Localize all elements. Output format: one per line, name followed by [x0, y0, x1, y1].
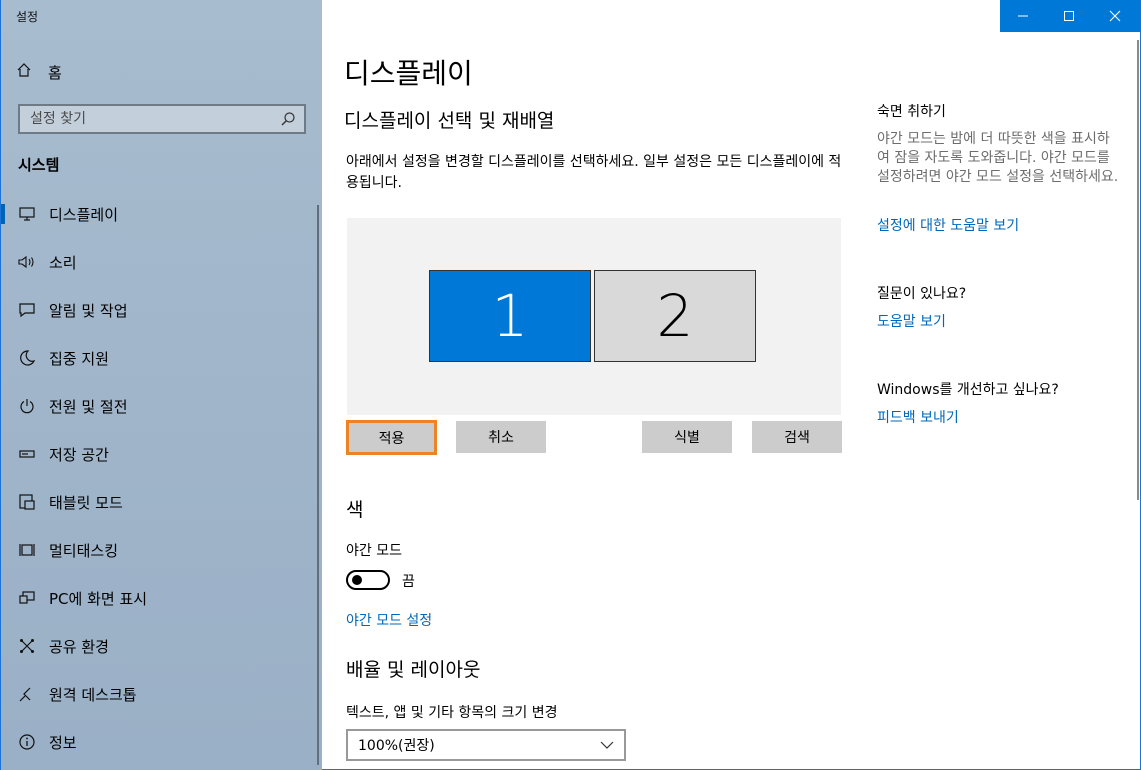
sidebar-nav: 디스플레이 소리 알림 및 작업 집중 지원 전원 및 절전 저장 공간 태블릿… — [1, 190, 322, 766]
night-light-settings-link[interactable]: 야간 모드 설정 — [346, 610, 432, 630]
apply-button-label: 적용 — [349, 423, 434, 452]
select-display-heading: 디스플레이 선택 및 재배열 — [344, 110, 555, 132]
detect-button[interactable]: 검색 — [752, 421, 842, 453]
page-title: 디스플레이 — [344, 57, 473, 90]
sidebar-item-label: 태블릿 모드 — [49, 493, 123, 512]
select-display-description: 아래에서 설정을 변경할 디스플레이를 선택하세요. 일부 설정은 모든 디스플… — [346, 154, 842, 191]
sidebar-item-label: 공유 환경 — [49, 637, 109, 656]
night-light-state: 끔 — [402, 574, 415, 590]
sleep-text: 야간 모드는 밤에 더 따뜻한 색을 표시하여 잠을 자도록 도와줍니다. 야간… — [877, 131, 1119, 185]
maximize-icon — [1064, 11, 1074, 21]
maximize-button[interactable] — [1046, 0, 1092, 32]
share-icon — [18, 637, 36, 655]
moon-icon — [18, 349, 36, 367]
sidebar-item-tablet[interactable]: 태블릿 모드 — [1, 478, 322, 526]
close-button[interactable] — [1092, 0, 1138, 32]
close-icon — [1109, 10, 1121, 22]
sidebar-item-label: 전원 및 절전 — [49, 397, 128, 416]
speaker-icon — [18, 253, 36, 271]
sidebar-item-power[interactable]: 전원 및 절전 — [1, 382, 322, 430]
feedback-link[interactable]: 피드백 보내기 — [877, 407, 959, 427]
night-light-toggle[interactable] — [346, 570, 390, 590]
sidebar-item-sound[interactable]: 소리 — [1, 238, 322, 286]
notification-icon — [18, 301, 36, 319]
project-icon — [18, 589, 36, 607]
display-arrangement-area[interactable]: 1 2 — [347, 218, 841, 415]
remote-icon — [18, 685, 36, 703]
monitor-2[interactable]: 2 — [594, 270, 756, 362]
tablet-icon — [18, 493, 36, 511]
home-icon — [16, 62, 38, 82]
chevron-down-icon — [600, 741, 614, 749]
scale-dropdown[interactable]: 100%(권장) — [346, 729, 626, 761]
sidebar-item-label: 저장 공간 — [49, 445, 109, 464]
info-icon — [18, 733, 36, 751]
window-controls — [1000, 0, 1140, 32]
search-input[interactable] — [30, 111, 280, 127]
sidebar-item-label: 집중 지원 — [49, 349, 109, 368]
sidebar-item-label: 멀티태스킹 — [49, 541, 119, 560]
help-link[interactable]: 도움말 보기 — [877, 311, 946, 331]
sidebar-item-label: 디스플레이 — [49, 205, 119, 224]
sidebar-item-label: 소리 — [49, 253, 77, 272]
monitor-1[interactable]: 1 — [429, 270, 591, 362]
multitask-icon — [18, 541, 36, 559]
search-box[interactable] — [18, 104, 306, 134]
night-light-label: 야간 모드 — [346, 543, 402, 559]
scale-label: 텍스트, 앱 및 기타 항목의 크기 변경 — [346, 705, 558, 721]
sidebar-item-remote-desktop[interactable]: 원격 데스크톱 — [1, 670, 322, 718]
sidebar-item-multitasking[interactable]: 멀티태스킹 — [1, 526, 322, 574]
sidebar-item-label: 원격 데스크톱 — [49, 685, 137, 704]
toggle-knob — [352, 575, 362, 585]
search-icon[interactable] — [280, 111, 296, 127]
settings-window: 설정 홈 시스템 디스플레이 소리 알림 및 — [0, 0, 1141, 770]
sidebar-item-label: 정보 — [49, 733, 77, 752]
scale-heading: 배율 및 레이아웃 — [346, 659, 481, 681]
home-nav[interactable]: 홈 — [16, 60, 62, 84]
section-title: 시스템 — [18, 156, 60, 174]
sidebar-item-focus-assist[interactable]: 집중 지원 — [1, 334, 322, 382]
color-heading: 색 — [346, 499, 364, 521]
question-heading: 질문이 있나요? — [877, 286, 967, 302]
minimize-button[interactable] — [1000, 0, 1046, 32]
main-scrollbar[interactable] — [1137, 40, 1139, 500]
storage-icon — [18, 445, 36, 463]
sidebar-item-label: 알림 및 작업 — [49, 301, 128, 320]
scale-value: 100%(권장) — [358, 738, 435, 754]
sidebar-item-about[interactable]: 정보 — [1, 718, 322, 766]
power-icon — [18, 397, 36, 415]
sidebar-item-project[interactable]: PC에 화면 표시 — [1, 574, 322, 622]
sidebar-item-notifications[interactable]: 알림 및 작업 — [1, 286, 322, 334]
improve-heading: Windows를 개선하고 싶나요? — [877, 382, 1059, 398]
main-content: 디스플레이 디스플레이 선택 및 재배열 아래에서 설정을 변경할 디스플레이를… — [322, 0, 852, 770]
minimize-icon — [1018, 15, 1028, 17]
sleep-heading: 숙면 취하기 — [877, 104, 946, 120]
sidebar-scrollbar[interactable] — [317, 205, 319, 765]
monitor-icon — [18, 205, 36, 223]
sidebar-item-label: PC에 화면 표시 — [49, 589, 148, 608]
sidebar-item-shared[interactable]: 공유 환경 — [1, 622, 322, 670]
home-label: 홈 — [48, 63, 62, 82]
sidebar: 설정 홈 시스템 디스플레이 소리 알림 및 — [1, 0, 322, 770]
sidebar-item-display[interactable]: 디스플레이 — [1, 190, 322, 238]
sleep-help-link[interactable]: 설정에 대한 도움말 보기 — [877, 215, 1019, 235]
sidebar-item-storage[interactable]: 저장 공간 — [1, 430, 322, 478]
app-title: 설정 — [16, 10, 39, 24]
identify-button[interactable]: 식별 — [642, 421, 732, 453]
cancel-button[interactable]: 취소 — [456, 421, 546, 453]
apply-button[interactable]: 적용 — [346, 420, 437, 455]
